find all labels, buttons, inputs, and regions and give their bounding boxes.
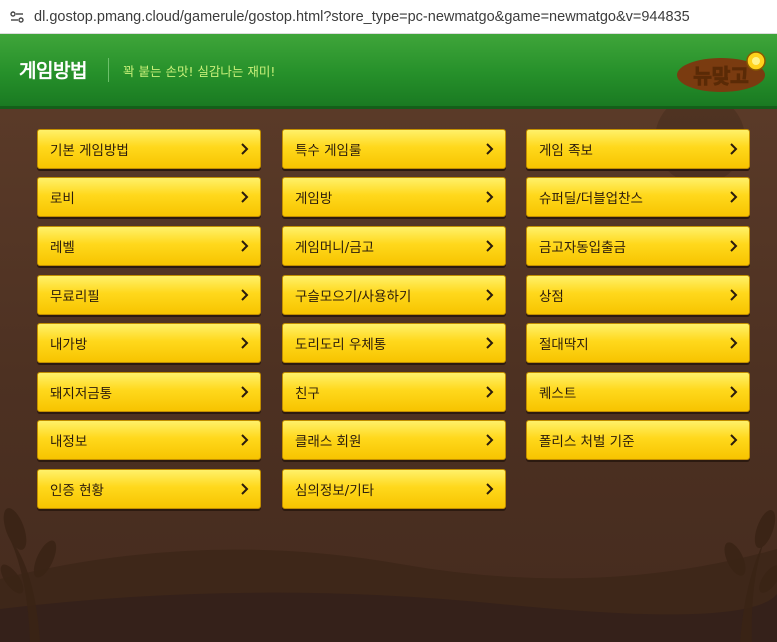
page-title: 게임방법 — [19, 60, 87, 82]
chevron-right-icon — [240, 142, 250, 156]
menu-button-game-money[interactable]: 게임머니/금고 — [282, 226, 506, 266]
chevron-right-icon — [729, 433, 739, 447]
menu-button-auth-status[interactable]: 인증 현황 — [37, 469, 261, 509]
chevron-right-icon — [485, 239, 495, 253]
chevron-right-icon — [729, 142, 739, 156]
chevron-right-icon — [240, 482, 250, 496]
menu-label: 금고자동입출금 — [539, 240, 626, 256]
menu-label: 상점 — [539, 289, 564, 305]
menu-label: 로비 — [50, 191, 75, 207]
menu-button-free-refill[interactable]: 무료리필 — [37, 275, 261, 315]
menu-content: 기본 게임방법 로비 레벨 무료리필 내가방 돼지저금통 내정보 인증 현황 특… — [0, 109, 777, 642]
menu-label: 폴리스 처벌 기준 — [539, 434, 635, 450]
menu-label: 게임머니/금고 — [295, 240, 375, 256]
chevron-right-icon — [485, 482, 495, 496]
chevron-right-icon — [240, 336, 250, 350]
menu-button-mailbox[interactable]: 도리도리 우체통 — [282, 323, 506, 363]
chevron-right-icon — [729, 239, 739, 253]
menu-button-super-deal[interactable]: 슈퍼딜/더블업찬스 — [526, 177, 750, 217]
url-text[interactable]: dl.gostop.pmang.cloud/gamerule/gostop.ht… — [34, 9, 690, 25]
menu-label: 도리도리 우체통 — [295, 337, 387, 353]
svg-text:뉴맞고: 뉴맞고 — [693, 64, 748, 88]
menu-label: 클래스 회원 — [295, 434, 362, 450]
menu-label: 레벨 — [50, 240, 75, 256]
chevron-right-icon — [240, 433, 250, 447]
menu-button-shop[interactable]: 상점 — [526, 275, 750, 315]
browser-address-bar[interactable]: dl.gostop.pmang.cloud/gamerule/gostop.ht… — [0, 0, 777, 34]
menu-label: 특수 게임룰 — [295, 143, 362, 159]
menu-label: 구슬모으기/사용하기 — [295, 289, 412, 305]
menu-button-rating-info[interactable]: 심의정보/기타 — [282, 469, 506, 509]
chevron-right-icon — [240, 239, 250, 253]
menu-button-game-room[interactable]: 게임방 — [282, 177, 506, 217]
menu-label: 슈퍼딜/더블업찬스 — [539, 191, 643, 207]
header-divider — [108, 58, 109, 82]
menu-label: 인증 현황 — [50, 483, 104, 499]
menu-label: 내정보 — [50, 434, 88, 450]
menu-button-absolute-ddakji[interactable]: 절대딱지 — [526, 323, 750, 363]
menu-label: 내가방 — [50, 337, 88, 353]
chevron-right-icon — [485, 288, 495, 302]
chevron-right-icon — [485, 142, 495, 156]
chevron-right-icon — [485, 190, 495, 204]
menu-label: 기본 게임방법 — [50, 143, 129, 159]
chevron-right-icon — [485, 433, 495, 447]
menu-button-my-info[interactable]: 내정보 — [37, 420, 261, 460]
menu-button-my-bag[interactable]: 내가방 — [37, 323, 261, 363]
menu-label: 친구 — [295, 386, 320, 402]
menu-button-piggy-bank[interactable]: 돼지저금통 — [37, 372, 261, 412]
chevron-right-icon — [240, 385, 250, 399]
site-info-icon[interactable] — [9, 9, 25, 25]
menu-button-marbles[interactable]: 구슬모으기/사용하기 — [282, 275, 506, 315]
menu-button-special-rules[interactable]: 특수 게임룰 — [282, 129, 506, 169]
menu-label: 게임방 — [295, 191, 333, 207]
menu-button-level[interactable]: 레벨 — [37, 226, 261, 266]
chevron-right-icon — [240, 190, 250, 204]
menu-button-auto-deposit[interactable]: 금고자동입출금 — [526, 226, 750, 266]
chevron-right-icon — [240, 288, 250, 302]
page-header: 게임방법 꽉 붙는 손맛! 실감나는 재미! 뉴맞고 — [0, 34, 777, 109]
menu-label: 심의정보/기타 — [295, 483, 375, 499]
menu-label: 돼지저금통 — [50, 386, 113, 402]
header-tagline: 꽉 붙는 손맛! 실감나는 재미! — [123, 64, 276, 79]
menu-label: 게임 족보 — [539, 143, 593, 159]
menu-button-police-penalty[interactable]: 폴리스 처벌 기준 — [526, 420, 750, 460]
chevron-right-icon — [729, 288, 739, 302]
menu-button-friends[interactable]: 친구 — [282, 372, 506, 412]
chevron-right-icon — [485, 336, 495, 350]
chevron-right-icon — [729, 385, 739, 399]
menu-button-class-member[interactable]: 클래스 회원 — [282, 420, 506, 460]
menu-button-lobby[interactable]: 로비 — [37, 177, 261, 217]
menu-label: 퀘스트 — [539, 386, 577, 402]
menu-button-quest[interactable]: 퀘스트 — [526, 372, 750, 412]
menu-button-hand-rankings[interactable]: 게임 족보 — [526, 129, 750, 169]
newmatgo-logo: 뉴맞고 — [677, 51, 766, 92]
chevron-right-icon — [729, 336, 739, 350]
chevron-right-icon — [729, 190, 739, 204]
menu-button-basic-rules[interactable]: 기본 게임방법 — [37, 129, 261, 169]
chevron-right-icon — [485, 385, 495, 399]
menu-label: 무료리필 — [50, 289, 100, 305]
menu-label: 절대딱지 — [539, 337, 589, 353]
